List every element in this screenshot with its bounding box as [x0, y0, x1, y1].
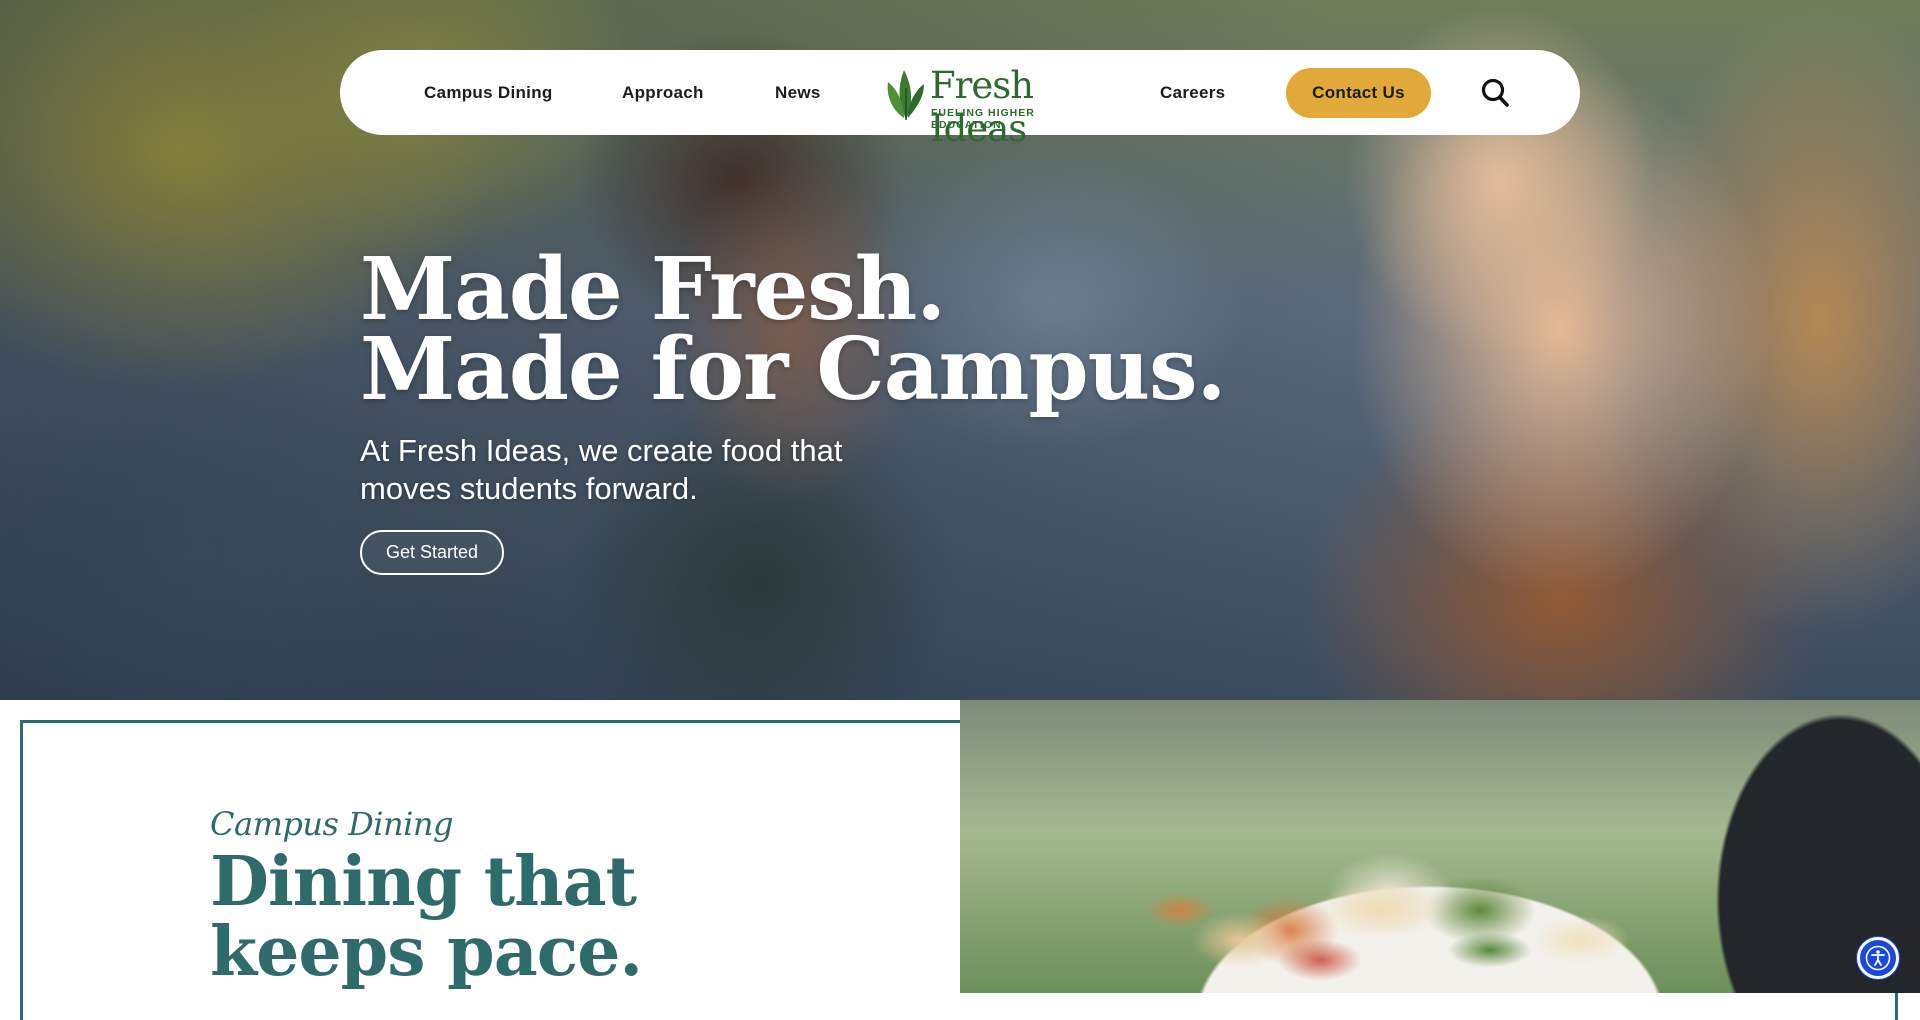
hero-subheading: At Fresh Ideas, we create food that move… [360, 433, 843, 506]
nav-item-approach[interactable]: Approach [622, 83, 704, 103]
nav-item-careers[interactable]: Careers [1160, 83, 1225, 103]
nav-item-campus-dining[interactable]: Campus Dining [424, 83, 553, 103]
fresh-ideas-logo[interactable]: Fresh Ideas FUELING HIGHER EDUCATION [882, 64, 1102, 150]
hero-headline: Made Fresh. Made for Campus. [360, 239, 1226, 420]
tacos-plate [1020, 850, 1720, 993]
logo-tagline: FUELING HIGHER EDUCATION [931, 107, 1035, 131]
hero-headline-line2: Made for Campus. [360, 319, 1226, 420]
main-navigation: Campus Dining Approach News Fresh Ideas … [340, 50, 1580, 150]
tacos-photo [960, 700, 1920, 993]
accessibility-icon[interactable] [1857, 937, 1899, 979]
hero-headline-line1: Made Fresh. [360, 239, 946, 340]
contact-us-button[interactable]: Contact Us [1286, 68, 1431, 118]
get-started-button[interactable]: Get Started [360, 530, 505, 575]
section-title: Dining that keeps pace. [210, 842, 643, 992]
leaf-icon [887, 70, 924, 120]
campus-dining-intro: Campus Dining Dining that keeps pace. [210, 805, 810, 987]
section-eyebrow: Campus Dining [210, 805, 453, 843]
hero-text: Made Fresh. Made for Campus. At Fresh Id… [360, 239, 1226, 575]
nav-item-news[interactable]: News [775, 83, 821, 103]
search-icon[interactable] [1480, 77, 1510, 109]
